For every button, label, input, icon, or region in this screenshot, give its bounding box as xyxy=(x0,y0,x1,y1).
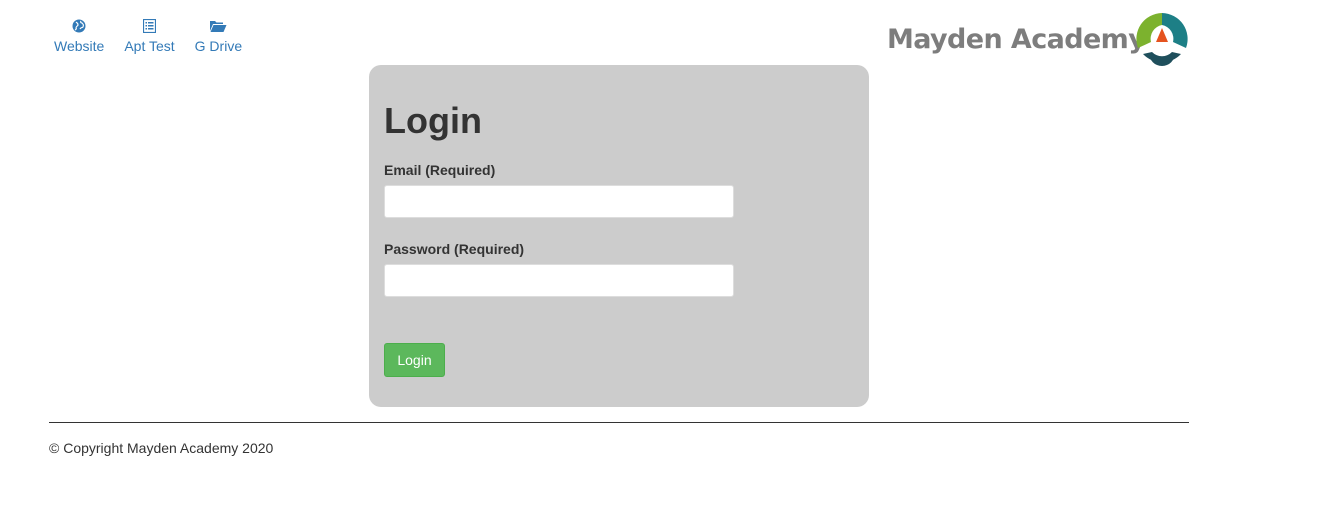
nav-item-label: G Drive xyxy=(194,38,243,54)
nav-item-apt-test[interactable]: Apt Test xyxy=(114,18,184,54)
copyright-text: © Copyright Mayden Academy 2020 xyxy=(49,440,274,456)
folder-open-icon xyxy=(209,18,227,34)
login-button[interactable]: Login xyxy=(384,343,445,377)
nav-item-label: Apt Test xyxy=(124,38,175,54)
globe-icon xyxy=(72,18,86,34)
password-label: Password (Required) xyxy=(384,241,525,257)
password-field[interactable] xyxy=(384,264,734,297)
login-title: Login xyxy=(384,100,482,141)
list-alt-icon xyxy=(142,18,156,34)
nav-item-g-drive[interactable]: G Drive xyxy=(185,18,252,54)
email-field[interactable] xyxy=(384,185,734,218)
page: Website Apt Test G Drive Mayden Academy … xyxy=(0,0,1324,514)
logo-mark-icon xyxy=(1136,13,1188,66)
mayden-academy-logo[interactable]: Mayden Academy xyxy=(887,12,1191,66)
top-nav: Website Apt Test G Drive xyxy=(44,18,252,54)
footer-divider xyxy=(49,422,1189,423)
nav-item-label: Website xyxy=(54,38,105,54)
logo-text: Mayden Academy xyxy=(887,23,1146,55)
email-label: Email (Required) xyxy=(384,162,496,178)
login-panel: Login Email (Required) Password (Require… xyxy=(369,65,869,407)
nav-item-website[interactable]: Website xyxy=(44,18,114,54)
